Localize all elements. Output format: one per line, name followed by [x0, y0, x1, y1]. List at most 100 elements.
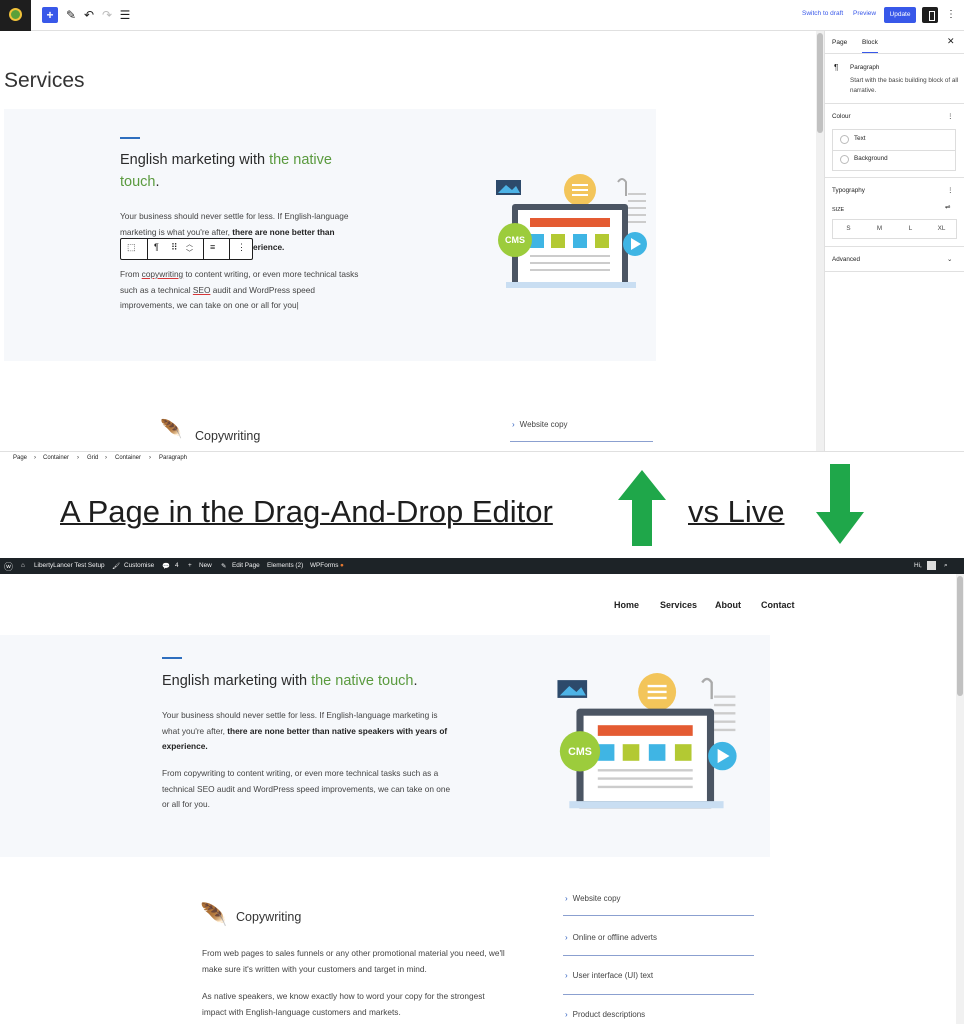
page-scrollbar[interactable]	[956, 574, 964, 1024]
block-description: Start with the basic building block of a…	[850, 77, 959, 94]
caption-live-label: vs Live	[688, 494, 785, 529]
arrow-up-icon	[618, 470, 666, 546]
accent-bar	[120, 137, 140, 139]
size-s[interactable]: S	[833, 220, 864, 238]
colour-panel-label[interactable]: Colour	[832, 112, 851, 122]
tab-block[interactable]: Block	[862, 39, 878, 54]
redo-icon[interactable]: ↷	[100, 7, 114, 23]
breadcrumb-item[interactable]: Page	[13, 455, 27, 461]
adminbar-customise[interactable]: Customise	[124, 562, 154, 569]
arrow-down-icon	[816, 464, 864, 544]
adminbar-greeting[interactable]: Hi,	[914, 562, 922, 569]
nav-about[interactable]: About	[715, 600, 741, 610]
close-icon[interactable]: ✕	[947, 36, 955, 47]
editor-top-toolbar: + ✎ ↶ ↷ ☰ Switch to draft Preview Update…	[0, 0, 964, 31]
list-item[interactable]: › Website copy	[565, 894, 621, 903]
more-options-icon[interactable]: ⋮	[946, 9, 956, 21]
block-editor: + ✎ ↶ ↷ ☰ Switch to draft Preview Update…	[0, 0, 964, 466]
plus-icon[interactable]: +	[188, 562, 192, 569]
adminbar-new[interactable]: New	[199, 562, 212, 569]
nav-contact[interactable]: Contact	[761, 600, 795, 610]
live-section-paragraph-2: As native speakers, we know exactly how …	[202, 991, 485, 1017]
adminbar-elements[interactable]: Elements (2)	[267, 562, 303, 569]
size-m[interactable]: M	[864, 220, 895, 238]
drag-handle-icon[interactable]: ⠿	[171, 242, 178, 253]
comment-icon[interactable]: 💬	[162, 562, 170, 570]
size-l[interactable]: L	[895, 220, 926, 238]
paragraph-icon[interactable]: ¶	[154, 242, 159, 252]
list-item[interactable]: › Product descriptions	[565, 1010, 645, 1019]
adminbar-edit-page[interactable]: Edit Page	[232, 562, 260, 569]
site-logo-button[interactable]	[0, 0, 31, 31]
block-options-icon[interactable]: ⋮	[237, 242, 246, 253]
paragraph-block-icon: ¶	[834, 63, 839, 72]
live-hero-paragraph-1: Your business should never settle for le…	[162, 710, 448, 751]
tab-page[interactable]: Page	[832, 39, 847, 46]
wpforms-bear-icon[interactable]: ●	[340, 562, 344, 569]
brush-icon[interactable]: 🖌	[112, 562, 120, 570]
adminbar-site-name[interactable]: LibertyLancer Test Setup	[34, 562, 105, 569]
move-up-down-icon[interactable]: ︿ ﹀	[186, 240, 193, 258]
colour-background-option[interactable]: Background	[854, 154, 888, 164]
pen-tool-icon[interactable]: ✎	[64, 7, 78, 23]
cms-illustration: CMS	[557, 673, 737, 809]
pencil-icon[interactable]: ✎	[221, 562, 226, 570]
list-divider	[510, 441, 653, 442]
list-item[interactable]: › User interface (UI) text	[565, 971, 653, 980]
wordpress-logo-icon[interactable]: ⓦ	[4, 560, 13, 573]
font-size-picker: S M L XL	[832, 219, 957, 239]
adminbar-comments-count[interactable]: 4	[175, 562, 179, 569]
undo-icon[interactable]: ↶	[82, 7, 96, 23]
size-label: SIZE	[832, 207, 845, 213]
cms-illustration: CMS	[496, 174, 647, 288]
chevron-down-icon[interactable]: ⌄	[947, 255, 952, 265]
hero-paragraph-1-tail: erience.	[253, 242, 285, 252]
update-button[interactable]: Update	[884, 7, 916, 23]
search-icon[interactable]: ⌕	[944, 562, 948, 570]
adminbar-home-icon[interactable]: ⌂	[21, 562, 25, 569]
live-section-paragraph-1: From web pages to sales funnels or any o…	[202, 948, 505, 974]
preview-button[interactable]: Preview	[853, 10, 876, 17]
block-name: Paragraph	[850, 64, 880, 71]
caption-editor-label: A Page in the Drag-And-Drop Editor	[60, 494, 553, 529]
select-parent-icon[interactable]: ⬚	[127, 242, 136, 253]
settings-sidebar: Page Block ✕ ¶ Paragraph Start with the …	[824, 31, 964, 451]
size-xl[interactable]: XL	[926, 220, 957, 238]
avatar[interactable]	[927, 561, 936, 570]
hero-paragraph-2[interactable]: From copywriting to content writing, or …	[120, 267, 360, 314]
hero-heading[interactable]: English marketing with the native touch.	[120, 149, 340, 193]
align-text-icon[interactable]: ≡	[210, 242, 215, 252]
editor-canvas[interactable]: Services English marketing with the nati…	[0, 31, 816, 451]
colour-options-icon[interactable]: ⋮	[947, 112, 953, 122]
breadcrumb-item[interactable]: Paragraph	[159, 455, 187, 461]
add-block-button[interactable]: +	[42, 7, 58, 23]
breadcrumb-item[interactable]: Container	[43, 455, 69, 461]
section-heading[interactable]: Copywriting	[195, 429, 260, 443]
list-item[interactable]: › Online or offline adverts	[565, 933, 657, 942]
settings-panel-toggle[interactable]	[922, 7, 938, 23]
wp-admin-bar: ⓦ ⌂ LibertyLancer Test Setup 🖌 Customise…	[0, 558, 964, 574]
page-title[interactable]: Services	[4, 69, 85, 93]
advanced-panel-label[interactable]: Advanced	[832, 255, 860, 265]
nav-services[interactable]: Services	[660, 600, 697, 610]
live-hero-paragraph-2: From copywriting to content writing, or …	[162, 768, 451, 809]
colour-text-option[interactable]: Text	[854, 134, 866, 144]
typography-options-icon[interactable]: ⋮	[947, 186, 953, 196]
cms-badge: CMS	[568, 746, 592, 758]
canvas-scrollbar[interactable]	[816, 31, 824, 451]
list-item[interactable]: › Website copy	[512, 420, 568, 429]
feather-icon: 🪶	[200, 902, 228, 927]
globe-icon	[9, 8, 22, 21]
live-hero-heading: English marketing with the native touch.	[162, 673, 418, 689]
breadcrumb-item[interactable]: Grid	[87, 455, 98, 461]
breadcrumb-item[interactable]: Container	[115, 455, 141, 461]
custom-size-icon[interactable]: ⇌	[945, 203, 950, 213]
hero-paragraph-1[interactable]: Your business should never settle for le…	[120, 209, 360, 240]
switch-to-draft-button[interactable]: Switch to draft	[802, 10, 843, 17]
feather-icon: 🪶	[160, 419, 183, 439]
cms-badge: CMS	[505, 235, 525, 245]
adminbar-wpforms[interactable]: WPForms	[310, 562, 338, 569]
typography-panel-label[interactable]: Typography	[832, 186, 865, 196]
list-view-icon[interactable]: ☰	[118, 7, 132, 23]
nav-home[interactable]: Home	[614, 600, 639, 610]
